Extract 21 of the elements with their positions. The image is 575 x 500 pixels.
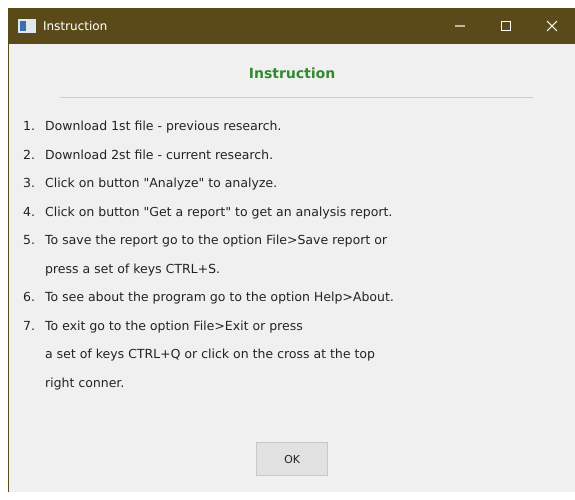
ok-button[interactable]: OK (256, 442, 328, 476)
instruction-text: To exit go to the option File>Exit or press (45, 316, 304, 335)
step-number: 3. (23, 174, 36, 192)
instruction-text: Click on button "Get a report" to get an analysis report. (45, 202, 392, 221)
instruction-text: To save the report go to the option File>Save report or (45, 231, 388, 249)
instruction-text: Download 1st file - previous research. (45, 117, 282, 135)
step-number: 4. (23, 202, 36, 220)
instruction-text: Click on button "Analyze" to analyze. (45, 174, 278, 192)
app-icon (18, 19, 36, 33)
instruction-text: right conner. (45, 374, 126, 392)
window-title: Instruction (43, 19, 108, 33)
step-number: 1. (23, 117, 36, 135)
instruction-text: press a set of keys CTRL+S. (45, 260, 221, 278)
instruction-text: a set of keys CTRL+Q or click on the cross at the top (45, 345, 375, 363)
step-number: 6. (23, 288, 36, 306)
instruction-text: To see about the program go to the option Help>About. (45, 288, 394, 306)
instruction-text: Download 2st file - current research. (45, 146, 274, 164)
step-number: 7. (23, 316, 36, 334)
step-number: 2. (23, 146, 36, 164)
dialog-heading: Instruction (248, 66, 336, 82)
step-number: 5. (23, 231, 36, 249)
